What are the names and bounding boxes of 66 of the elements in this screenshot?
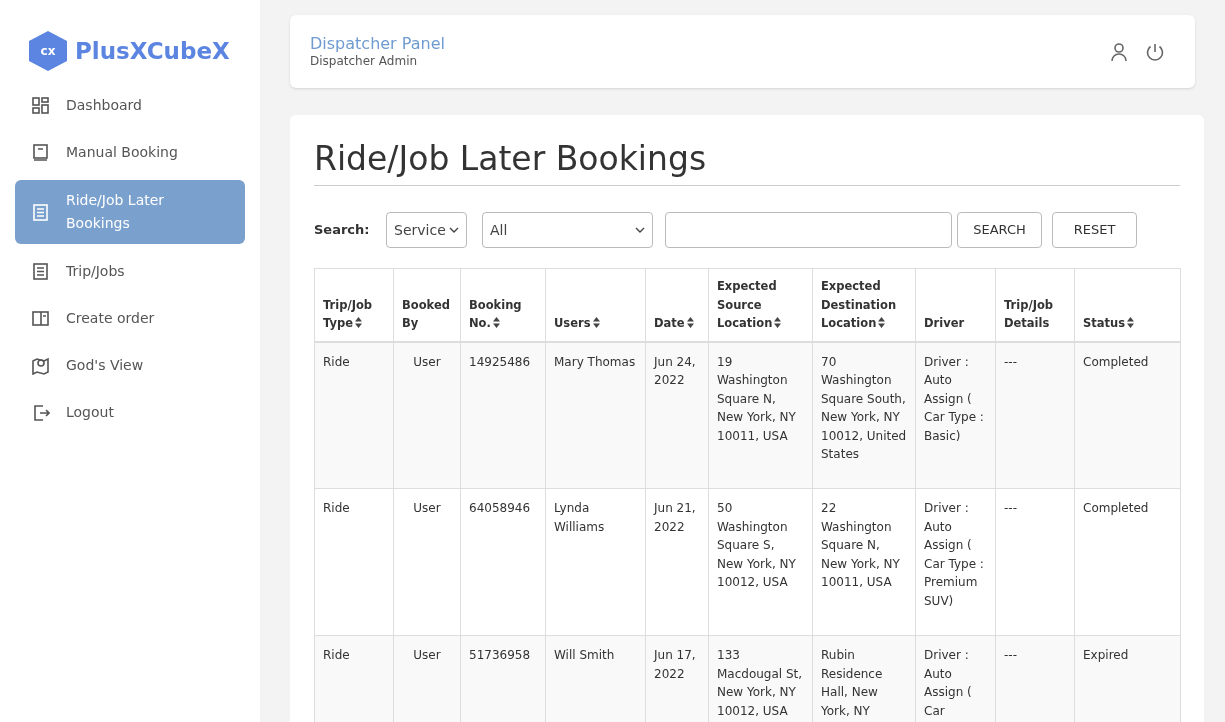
table-cell: Completed	[1074, 341, 1181, 489]
column-header[interactable]: Date	[645, 268, 709, 342]
sort-icon[interactable]	[774, 317, 782, 328]
table-cell: ---	[995, 341, 1075, 489]
table-cell: Mary Thomas	[545, 341, 646, 489]
sidebar-item[interactable]: Manual Booking	[15, 129, 245, 176]
sidebar-item[interactable]: God's View	[15, 342, 245, 389]
column-header[interactable]: Expected Source Location	[708, 268, 813, 342]
book-icon	[31, 143, 50, 162]
table-cell: Ride	[314, 635, 394, 722]
panel-title: Dispatcher Panel	[310, 34, 445, 53]
table-cell: Lynda Williams	[545, 488, 646, 636]
column-header[interactable]: Booking No.	[460, 268, 546, 342]
sort-icon[interactable]	[492, 317, 500, 328]
dropdown[interactable]: All	[482, 212, 653, 248]
search-button[interactable]: SEARCH	[957, 212, 1042, 248]
chevron-icon	[449, 227, 459, 233]
table-cell: 19 Washington Square N, New York, NY 10011, USA	[708, 341, 813, 489]
sidebar-item[interactable]: Logout	[15, 389, 245, 436]
table-cell: Jun 24, 2022	[645, 341, 709, 489]
table-cell: User	[393, 341, 461, 489]
grid-icon	[31, 96, 50, 115]
brand-name: PlusXCubeX	[75, 36, 230, 66]
column-header: Booked By	[393, 268, 461, 342]
table-cell: 70 Washington Square South, New York, NY 10012, United States	[812, 341, 916, 489]
table-cell: 22 Washington Square N, New York, NY 10011, USA	[812, 488, 916, 636]
sort-icon[interactable]	[686, 317, 694, 328]
panel-icon	[31, 309, 50, 328]
chevron-icon	[635, 227, 645, 233]
column-header[interactable]: Expected Destination Location	[812, 268, 916, 342]
search-field[interactable]	[665, 212, 952, 248]
table-cell: User	[393, 488, 461, 636]
sort-icon[interactable]	[1127, 317, 1135, 328]
column-header[interactable]: Users	[545, 268, 646, 342]
user-icon[interactable]	[1109, 41, 1129, 62]
column-header: Trip/Job Details	[995, 268, 1075, 342]
sort-icon[interactable]	[355, 317, 362, 328]
sidebar-item[interactable]: Trip/Jobs	[15, 248, 245, 295]
column-header: Driver	[915, 268, 996, 342]
logo-icon: cx	[29, 31, 67, 71]
table-cell: Ride	[314, 488, 394, 636]
column-header[interactable]: Status	[1074, 268, 1181, 342]
document-icon	[31, 202, 50, 222]
table-cell: Completed	[1074, 488, 1181, 636]
table-cell: Jun 21, 2022	[645, 488, 709, 636]
sort-icon[interactable]	[592, 317, 600, 328]
table-cell: Ride	[314, 341, 394, 489]
map-pin-icon	[31, 356, 50, 375]
table-cell: 14925486	[460, 341, 546, 489]
logout-icon	[31, 403, 50, 422]
sort-icon[interactable]	[878, 317, 886, 328]
sidebar-item[interactable]: Dashboard	[15, 82, 245, 129]
table-cell: 50 Washington Square S, New York, NY 10012, USA	[708, 488, 813, 636]
power-icon[interactable]	[1145, 41, 1165, 62]
reset-button[interactable]: RESET	[1052, 212, 1137, 248]
table-cell: 64058946	[460, 488, 546, 636]
table-cell: Driver : Auto Assign ( Car Type : Premium SUV)	[915, 488, 996, 636]
table-cell: ---	[995, 488, 1075, 636]
document-icon	[31, 262, 50, 281]
search-label: Search:	[314, 221, 371, 240]
page-title: Ride/Job Later Bookings	[314, 137, 1180, 186]
sidebar-item[interactable]: Create order	[15, 295, 245, 342]
panel-subtitle: Dispatcher Admin	[310, 52, 419, 69]
table-cell: Driver : Auto Assign ( Car Type : Basic)	[915, 341, 996, 489]
column-header[interactable]: Trip/Job Type	[314, 268, 394, 342]
dropdown[interactable]: Service	[386, 212, 467, 248]
